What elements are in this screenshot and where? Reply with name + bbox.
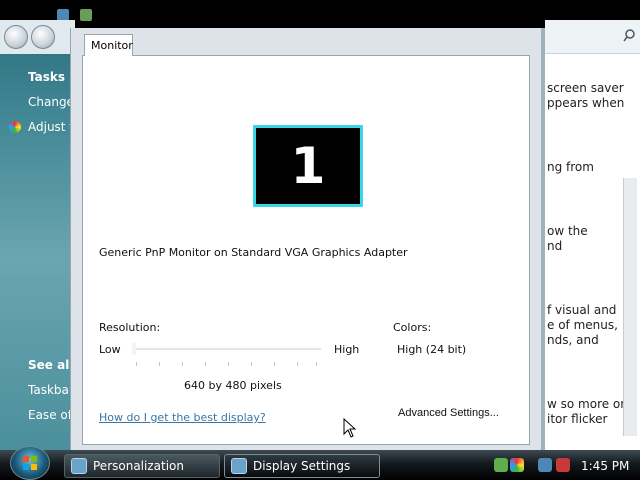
taskbar-item-label: Display Settings [253,459,351,473]
clock[interactable]: 1:45 PM [581,459,629,473]
navigation-bar [0,20,75,54]
slider-tick [274,362,275,366]
forward-button[interactable] [31,25,55,49]
network-icon[interactable] [538,458,552,472]
slider-tick [316,362,317,366]
slider-thumb[interactable] [132,343,136,355]
help-link[interactable]: How do I get the best display? [99,411,266,424]
personalization-icon [71,458,87,474]
sidebar-link-ease[interactable]: Ease of [28,408,72,422]
search-icon[interactable] [623,29,635,42]
content-line: e of menus, [547,318,618,332]
monitor-preview[interactable]: 1 [253,125,363,207]
slider-tick [251,362,252,366]
slider-tick [159,362,160,366]
taskbar-item-label: Personalization [93,459,184,473]
sidebar-link-taskbar[interactable]: Taskbar [28,383,74,397]
high-label: High [334,343,360,356]
colors-select[interactable]: High (24 bit) [397,343,466,356]
color-icon [9,121,21,133]
slider-tick [182,362,183,366]
resolution-value: 640 by 480 pixels [184,379,282,392]
start-button[interactable] [10,446,50,480]
content-line: ng from [547,160,594,174]
taskbar-item-display-settings[interactable]: Display Settings [224,454,380,478]
content-line: screen saver [547,81,624,95]
display-settings-icon [231,458,247,474]
slider-tick [297,362,298,366]
slider-tick [228,362,229,366]
monitor-description: Generic PnP Monitor on Standard VGA Grap… [99,246,408,259]
checkmark-icon[interactable] [494,458,508,472]
tasks-heading: Tasks [28,70,66,84]
tab-monitor[interactable]: Monitor [84,34,133,56]
slider-track [132,348,321,350]
resolution-label: Resolution: [99,321,161,334]
content-line: ppears when [547,96,625,110]
colors-label: Colors: [393,321,432,334]
back-button[interactable] [4,25,28,49]
content-line: f visual and [547,303,617,317]
content-line: itor flicker [547,412,608,426]
content-line: nd [547,239,563,253]
search-bar[interactable] [545,20,640,54]
content-line: w so more or [547,397,626,411]
advanced-settings-button[interactable]: Advanced Settings... [398,407,499,419]
mouse-cursor-icon [343,418,357,438]
scrollbar[interactable] [623,178,637,436]
security-icon[interactable] [510,458,524,472]
sidebar-link-adjust[interactable]: Adjust f [28,120,74,134]
slider-tick [205,362,206,366]
slider-tick [136,362,137,366]
sidebar-link-change[interactable]: Change [28,95,74,109]
volume-muted-icon[interactable] [556,458,570,472]
monitor-number: 1 [290,137,326,195]
windows-logo-icon [23,456,37,470]
low-label: Low [99,343,121,356]
network-icon[interactable] [80,9,92,21]
content-line: nds, and [547,333,599,347]
taskbar-item-personalization[interactable]: Personalization [64,454,220,478]
resolution-slider[interactable] [132,343,321,367]
content-line: ow the [547,224,588,238]
top-strip [0,0,640,28]
